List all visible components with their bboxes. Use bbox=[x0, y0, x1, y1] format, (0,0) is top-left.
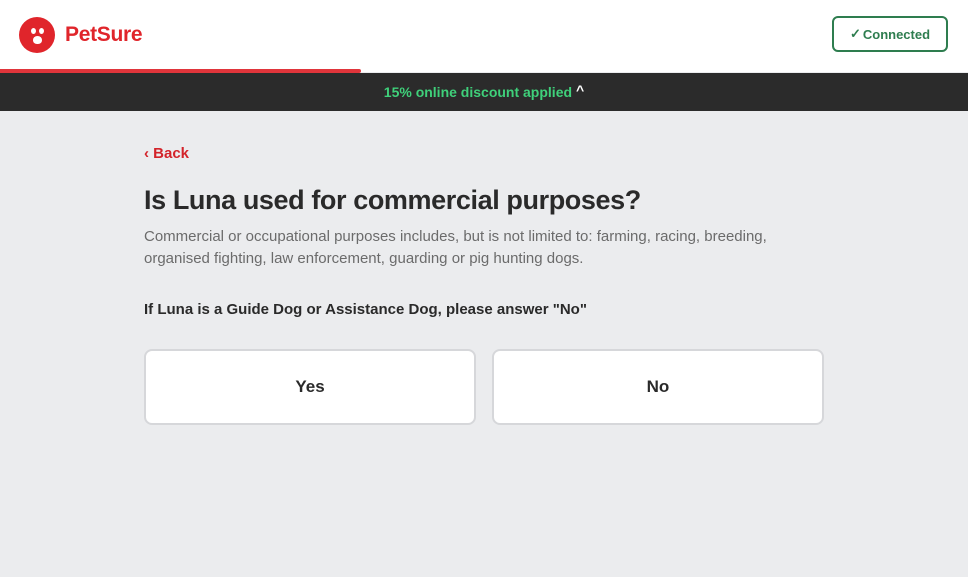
connected-label: Connected bbox=[862, 26, 931, 42]
back-link[interactable]: ‹ Back bbox=[144, 145, 189, 162]
petsure-logo[interactable]: PetSure bbox=[19, 17, 143, 53]
petsure-paw-icon bbox=[19, 17, 55, 53]
caret-up-icon[interactable]: ^ bbox=[576, 82, 584, 98]
question-title: Is Luna used for commercial purposes? bbox=[144, 185, 641, 215]
connected-button[interactable]: ✓ Connected bbox=[832, 16, 948, 52]
check-icon: ✓ bbox=[849, 26, 861, 41]
answer-yes-button[interactable]: Yes bbox=[144, 349, 476, 425]
question-description: Commercial or occupational purposes incl… bbox=[144, 228, 767, 267]
site-header: PetSure ✓ Connected bbox=[0, 0, 968, 72]
answer-no-button[interactable]: No bbox=[492, 349, 824, 425]
discount-text: 15% online discount applied bbox=[383, 84, 573, 100]
guide-dog-note: If Luna is a Guide Dog or Assistance Dog… bbox=[144, 301, 587, 318]
discount-banner[interactable]: 15% online discount applied ^ bbox=[0, 73, 968, 111]
brand-name: PetSure bbox=[65, 23, 143, 46]
